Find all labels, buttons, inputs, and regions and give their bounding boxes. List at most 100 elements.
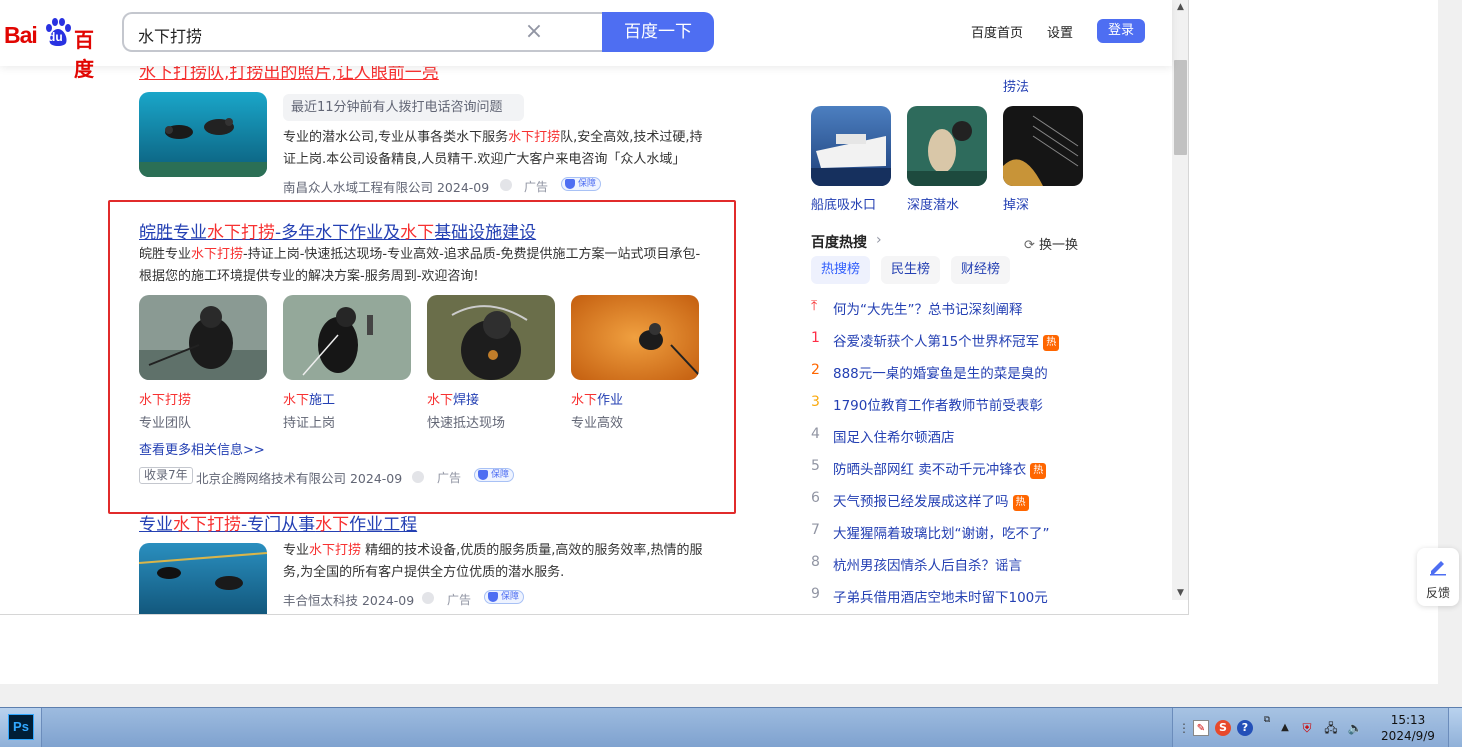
chevron-up-icon[interactable]: ▲ [1277,720,1293,736]
chevron-right-icon[interactable]: › [876,232,882,248]
hot-search-title: 防晒头部网红 卖不动千元冲锋衣 [833,462,1027,478]
help-icon[interactable]: ? [1237,720,1253,736]
tab-hot-search[interactable]: 热搜榜 [811,256,871,284]
feedback-button[interactable]: 反馈 [1417,548,1459,606]
result-1-source[interactable]: 南昌众人水域工程有限公司 2024-09 [283,177,489,196]
network-icon[interactable]: 🖧 [1323,720,1339,736]
image-caption-3[interactable]: 水下焊接 [427,389,479,408]
tab-finance[interactable]: 财经榜 [951,256,1011,284]
result-2-title-keyword: 水下打捞 [207,223,275,243]
hot-search-text: 888元一桌的婚宴鱼是生的菜是臭的 [833,362,1048,382]
result-3-title-part-2: -专门从事 [241,515,316,535]
windows-taskbar: Ps ⋮ ✎ S ? ⧉ ▲ ⛨ 🖧 🔈 15:13 2024/9/9 [0,707,1462,747]
right-caption-1[interactable]: 船底吸水口 [811,194,876,213]
hot-search-item[interactable]: 3 1790位教育工作者教师节前受表彰 [811,394,1111,416]
result-1-thumbnail[interactable] [139,92,267,177]
hot-search-title[interactable]: 百度热搜 [811,232,867,252]
hot-search-item[interactable]: 2 888元一桌的婚宴鱼是生的菜是臭的 [811,362,1111,384]
grip-icon: ⋮ [1178,721,1190,735]
screen: Bai du 百度 水下打捞 × 百度一下 百度首页 设置 登录 水下打捞队,打… [0,0,1462,747]
image-diver-2[interactable] [283,295,411,380]
diving-photo-icon [139,543,267,614]
baidu-logo[interactable]: Bai du 百度 [4,16,108,81]
search-box[interactable]: 水下打捞 × [122,12,604,52]
login-button[interactable]: 登录 [1097,19,1145,43]
hot-search-text: 大猩猩隔着玻璃比划“谢谢，吃不了” [833,522,1050,542]
hot-search-item[interactable]: 6 天气预报已经发展成这样了吗热 [811,490,1111,512]
scroll-up-icon[interactable]: ▲ [1172,0,1188,14]
result-2-desc-keyword: 水下打捞 [191,247,244,262]
clear-icon[interactable]: × [522,20,546,44]
guarantee-badge[interactable]: 保障 [484,590,525,604]
image-diver-1[interactable] [139,295,267,380]
right-caption-2[interactable]: 深度潜水 [907,194,959,213]
scroll-down-icon[interactable]: ▼ [1172,586,1188,600]
right-top-caption[interactable]: 捞法 [1003,76,1029,95]
result-3-ad-label: 广告 [447,593,472,607]
diving-photo-icon [427,295,555,380]
diving-photo-icon [907,106,987,186]
result-3-description: 专业水下打捞 精细的技术设备,优质的服务质量,高效的服务效率,热情的服务,为全国… [283,540,703,584]
caption-text: 作业 [597,393,624,408]
hot-rank: 6 [811,490,820,506]
window-icon[interactable]: ⧉ [1259,712,1275,728]
right-image-1[interactable] [811,106,891,186]
hot-tag-badge: 热 [1043,335,1060,351]
clock-time: 15:13 [1390,713,1426,727]
vertical-scrollbar[interactable]: ▲ ▼ [1172,0,1188,600]
settings-link[interactable]: 设置 [1047,22,1073,41]
photoshop-taskbar-button[interactable]: Ps [0,708,42,747]
tab-livelihood[interactable]: 民生榜 [881,256,941,284]
result-2-title[interactable]: 皖胜专业水下打捞-多年水下作业及水下基础设施建设 [139,218,536,243]
hot-search-text: 子弟兵借用酒店空地未时留下100元 [833,586,1048,606]
instrument-photo-icon [1003,106,1083,186]
security-icon[interactable]: ⛨ [1299,720,1315,736]
result-3-title-keyword-2: 水下 [315,515,350,535]
scroll-thumb[interactable] [1174,60,1187,155]
image-caption-4[interactable]: 水下作业 [571,389,623,408]
taskbar-clock[interactable]: 15:13 2024/9/9 [1378,712,1438,744]
volume-icon[interactable]: 🔈 [1347,720,1363,736]
hot-rank: 8 [811,554,820,570]
hot-rank: 7 [811,522,820,538]
guarantee-badge[interactable]: 保障 [474,468,515,482]
right-image-3[interactable] [1003,106,1083,186]
right-image-2[interactable] [907,106,987,186]
hot-search-item[interactable]: 9 子弟兵借用酒店空地未时留下100元 [811,586,1111,608]
search-button[interactable]: 百度一下 [602,12,714,52]
feedback-label: 反馈 [1425,586,1450,600]
recent-call-badge: 最近11分钟前有人拨打电话咨询问题 [283,94,524,121]
show-desktop-button[interactable] [1448,708,1462,747]
result-2-source[interactable]: 北京企腾网络技术有限公司 2024-09 [196,468,402,487]
hot-search-title: 天气预报已经发展成这样了吗 [833,494,1009,510]
hot-search-title: 杭州男孩因情杀人后自杀？谣言 [833,558,1022,574]
hot-search-item[interactable]: 7 大猩猩隔着玻璃比划“谢谢，吃不了” [811,522,1111,544]
more-info-link[interactable]: 查看更多相关信息>> [139,439,265,458]
document-icon[interactable]: ✎ [1193,720,1209,736]
result-3-thumbnail[interactable] [139,543,267,614]
hot-search-item[interactable]: 5 防晒头部网红 卖不动千元冲锋衣热 [811,458,1111,480]
guarantee-badge[interactable]: 保障 [561,177,602,191]
image-caption-2[interactable]: 水下施工 [283,389,335,408]
result-1-desc-text: 专业的潜水公司,专业从事各类水下服务 [283,130,509,145]
hot-rank: 3 [811,394,820,410]
hot-search-item[interactable]: 1 谷爱凌斩获个人第15个世界杯冠军热 [811,330,1111,352]
hot-search-item[interactable]: 4 国足入住希尔顿酒店 [811,426,1111,448]
refresh-button[interactable]: ⟳ 换一换 [1024,234,1078,253]
pencil-icon [1430,561,1446,576]
baidu-home-link[interactable]: 百度首页 [971,22,1023,41]
hot-search-item[interactable]: ⤒ 何为“大先生”？总书记深刻阐释 [811,298,1111,320]
hot-search-text: 何为“大先生”？总书记深刻阐释 [833,298,1023,318]
hot-search-text: 谷爱凌斩获个人第15个世界杯冠军热 [833,330,1060,351]
result-3-title[interactable]: 专业水下打捞-专门从事水下作业工程 [139,510,417,535]
sogou-input-icon[interactable]: S [1215,720,1231,736]
image-diver-3[interactable] [427,295,555,380]
result-3-source[interactable]: 丰合恒太科技 2024-09 [283,590,414,609]
image-caption-1[interactable]: 水下打捞 [139,389,191,408]
image-diver-4[interactable] [571,295,699,380]
image-subcaption-1: 专业团队 [139,416,192,431]
right-caption-3[interactable]: 掉深 [1003,194,1029,213]
search-input[interactable]: 水下打捞 [138,23,202,47]
diver-image-icon [139,92,267,177]
hot-search-item[interactable]: 8 杭州男孩因情杀人后自杀？谣言 [811,554,1111,576]
